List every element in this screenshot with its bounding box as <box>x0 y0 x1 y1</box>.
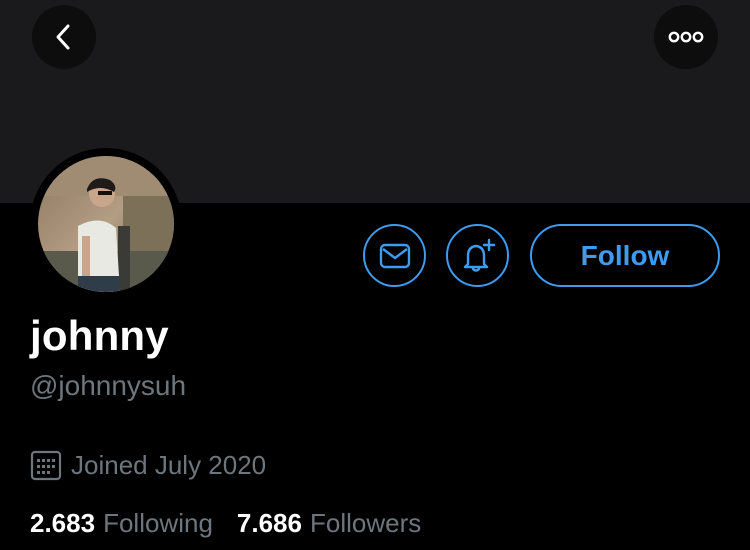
avatar <box>38 156 174 292</box>
followers-label: Followers <box>309 508 422 538</box>
followers-link[interactable]: 7.686 Followers <box>237 508 421 539</box>
calendar-icon <box>30 449 62 481</box>
chevron-left-icon <box>56 24 70 50</box>
joined-text: Joined July 2020 <box>71 449 267 480</box>
following-count: 2.683 <box>30 508 96 538</box>
following-label: Following <box>103 508 213 538</box>
followers-count: 7.686 <box>236 508 302 538</box>
following-link[interactable]: 2.683 Following <box>30 508 213 539</box>
avatar-container[interactable] <box>30 148 182 300</box>
ellipsis-icon <box>668 31 704 43</box>
avatar-photo <box>38 156 174 292</box>
mail-icon <box>379 243 410 268</box>
more-options-button[interactable] <box>654 5 718 69</box>
profile-stats: 2.683 Following 7.686 Followers <box>30 508 421 539</box>
display-name: johnny <box>30 312 169 359</box>
notify-button[interactable] <box>446 224 509 287</box>
message-button[interactable] <box>363 224 426 287</box>
follow-button[interactable]: Follow <box>530 224 720 287</box>
bell-plus-icon <box>463 238 495 272</box>
user-handle: @johnnysuh <box>30 370 187 401</box>
back-button[interactable] <box>32 5 96 69</box>
joined-date: Joined July 2020 <box>30 449 266 481</box>
